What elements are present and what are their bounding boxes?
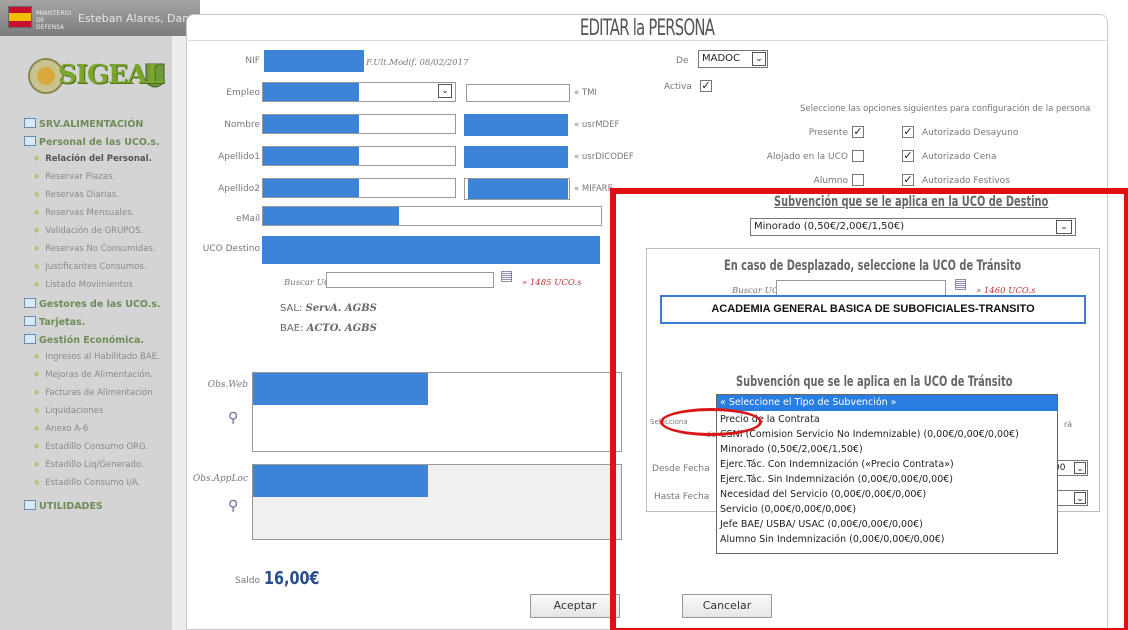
ministry-label: MINISTERIO DE DEFENSA bbox=[36, 10, 72, 31]
zoom-icon[interactable]: ⚲ bbox=[228, 410, 238, 426]
options-heading: Seleccione las opciones siguientes para … bbox=[800, 104, 1091, 114]
last-modified: F.Ult.Modif. 08/02/2017 bbox=[366, 58, 469, 68]
title-divider bbox=[186, 40, 1108, 41]
sidebar-item-justificantes[interactable]: Justificantes Consumos. bbox=[34, 262, 146, 272]
logo-text: SIGEAL bbox=[58, 60, 164, 90]
presente-checkbox[interactable]: ✓ bbox=[852, 126, 864, 138]
bae-row: BAE: ACTO. AGBS bbox=[280, 323, 377, 334]
frame-divider bbox=[172, 36, 186, 630]
sidebar-item-grupos[interactable]: Validación de GRUPOS. bbox=[34, 226, 143, 236]
sidebar-item-estadillo-ia[interactable]: Estadillo Consumo I/A. bbox=[34, 478, 140, 488]
empleo-value bbox=[263, 83, 359, 101]
sidebar-cat-gestion[interactable]: Gestión Económica. bbox=[24, 334, 144, 346]
de-label: De bbox=[676, 56, 689, 66]
nombre-value bbox=[263, 115, 359, 133]
sidebar-cat-alimentacion[interactable]: SRV.ALIMENTACIÓN bbox=[24, 118, 143, 130]
sidebar-item-movimientos[interactable]: Listado Movimientos bbox=[34, 280, 133, 290]
sidebar-cat-personal[interactable]: Personal de las UCO.s. bbox=[24, 136, 160, 148]
buscar-uco-input[interactable] bbox=[326, 272, 494, 288]
screen: MINISTERIO DE DEFENSA Esteban Alares, Da… bbox=[0, 0, 1128, 630]
apellido1-value bbox=[263, 147, 359, 165]
nif-label: NIF bbox=[245, 56, 260, 66]
sal-row: SAL: ServA. AGBS bbox=[280, 303, 377, 314]
apellido1-label: Apellido1 bbox=[218, 152, 260, 162]
sidebar-item-reservar[interactable]: Reservar Plazas. bbox=[34, 172, 115, 182]
folder-icon bbox=[24, 316, 36, 326]
sidebar-item-noconsumidas[interactable]: Reservas No Consumidas. bbox=[34, 244, 155, 254]
folder-icon bbox=[24, 500, 36, 510]
coat-of-arms-icon bbox=[8, 6, 32, 28]
accept-button[interactable]: Aceptar bbox=[530, 594, 620, 618]
obs-web-value bbox=[253, 373, 428, 405]
sidebar-item-liquidaciones[interactable]: Liquidaciones bbox=[34, 406, 103, 416]
search-list-icon[interactable]: ▤ bbox=[500, 268, 513, 284]
tmi-label: « TMI bbox=[574, 88, 597, 98]
sidebar-cat-gestores[interactable]: Gestores de las UCO.s. bbox=[24, 298, 161, 310]
mifare-label: « MIFARE bbox=[574, 184, 613, 194]
tmi-field[interactable] bbox=[466, 84, 570, 102]
obs-app-label: Obs.AppLoc bbox=[192, 474, 248, 484]
activa-checkbox[interactable]: ✓ bbox=[700, 80, 712, 92]
uco-count: » 1485 UCO.s bbox=[522, 278, 582, 288]
festivos-label: Autorizado Festivos bbox=[922, 176, 1010, 186]
usrmdef-label: « usrMDEF bbox=[574, 120, 620, 130]
activa-label: Activa bbox=[664, 82, 692, 92]
sidebar-item-diarias[interactable]: Reservas Diarias. bbox=[34, 190, 119, 200]
apellido2-label: Apellido2 bbox=[218, 184, 260, 194]
sidebar-item-relacion[interactable]: Relación del Personal. bbox=[34, 154, 152, 164]
sidebar-item-ingresos[interactable]: Ingresos al Habilitado BAE. bbox=[34, 352, 160, 362]
folder-icon bbox=[24, 136, 36, 146]
cena-label: Autorizado Cena bbox=[922, 152, 997, 162]
saldo-value: 16,00€ bbox=[264, 568, 320, 589]
sidebar-item-estadillo-org[interactable]: Estadillo Consumo ORG. bbox=[34, 442, 148, 452]
saldo-label: Saldo bbox=[235, 576, 260, 586]
zoom-icon[interactable]: ⚲ bbox=[228, 498, 238, 514]
desayuno-checkbox[interactable]: ✓ bbox=[902, 126, 914, 138]
usrdicodef-label: « usrDICODEF bbox=[574, 152, 634, 162]
apellido2-value bbox=[263, 179, 359, 197]
sidebar-cat-utilidades[interactable]: UTILIDADES bbox=[24, 500, 103, 512]
folder-icon bbox=[24, 298, 36, 308]
presente-label: Presente bbox=[808, 128, 848, 138]
folder-icon bbox=[24, 334, 36, 344]
chevron-down-icon[interactable]: ⌄ bbox=[438, 84, 452, 98]
sidebar-item-anexo[interactable]: Anexo A-6 bbox=[34, 424, 88, 434]
alumno-checkbox[interactable] bbox=[852, 174, 864, 186]
uco-label: UCO Destino bbox=[202, 244, 260, 254]
usrdicodef-field[interactable] bbox=[464, 146, 568, 168]
uco-field[interactable] bbox=[262, 236, 600, 264]
sidebar-cat-tarjetas[interactable]: Tarjetas. bbox=[24, 316, 85, 328]
user-name: Esteban Alares, Dan bbox=[78, 12, 190, 25]
dialog-title: EDITAR la PERSONA bbox=[579, 16, 715, 41]
nombre-label: Nombre bbox=[224, 120, 260, 130]
red-highlight-ellipse bbox=[660, 408, 762, 436]
nif-field[interactable] bbox=[264, 50, 364, 72]
chevron-down-icon[interactable]: ⌄ bbox=[752, 52, 766, 66]
mifare-value bbox=[468, 179, 568, 199]
email-label: eMail bbox=[236, 214, 260, 224]
empleo-label: Empleo bbox=[226, 88, 260, 98]
alumno-label: Alumno bbox=[813, 176, 848, 186]
sidebar-item-facturas[interactable]: Facturas de Alimentación bbox=[34, 388, 152, 398]
usrmdef-field[interactable] bbox=[464, 114, 568, 136]
folder-icon bbox=[24, 118, 36, 128]
desayuno-label: Autorizado Desayuno bbox=[922, 128, 1019, 138]
sidebar-item-mensuales[interactable]: Reservas Mensuales. bbox=[34, 208, 134, 218]
email-value bbox=[263, 207, 399, 225]
obs-app-value bbox=[253, 465, 428, 497]
festivos-checkbox[interactable]: ✓ bbox=[902, 174, 914, 186]
alojado-checkbox[interactable] bbox=[852, 150, 864, 162]
obs-web-label: Obs.Web bbox=[207, 380, 248, 390]
sidebar-item-mejoras[interactable]: Mejoras de Alimentación. bbox=[34, 370, 153, 380]
sidebar-item-estadillo-liq[interactable]: Estadillo Liq/Generado. bbox=[34, 460, 143, 470]
cena-checkbox[interactable]: ✓ bbox=[902, 150, 914, 162]
alojado-label: Alojado en la UCO bbox=[766, 152, 848, 162]
